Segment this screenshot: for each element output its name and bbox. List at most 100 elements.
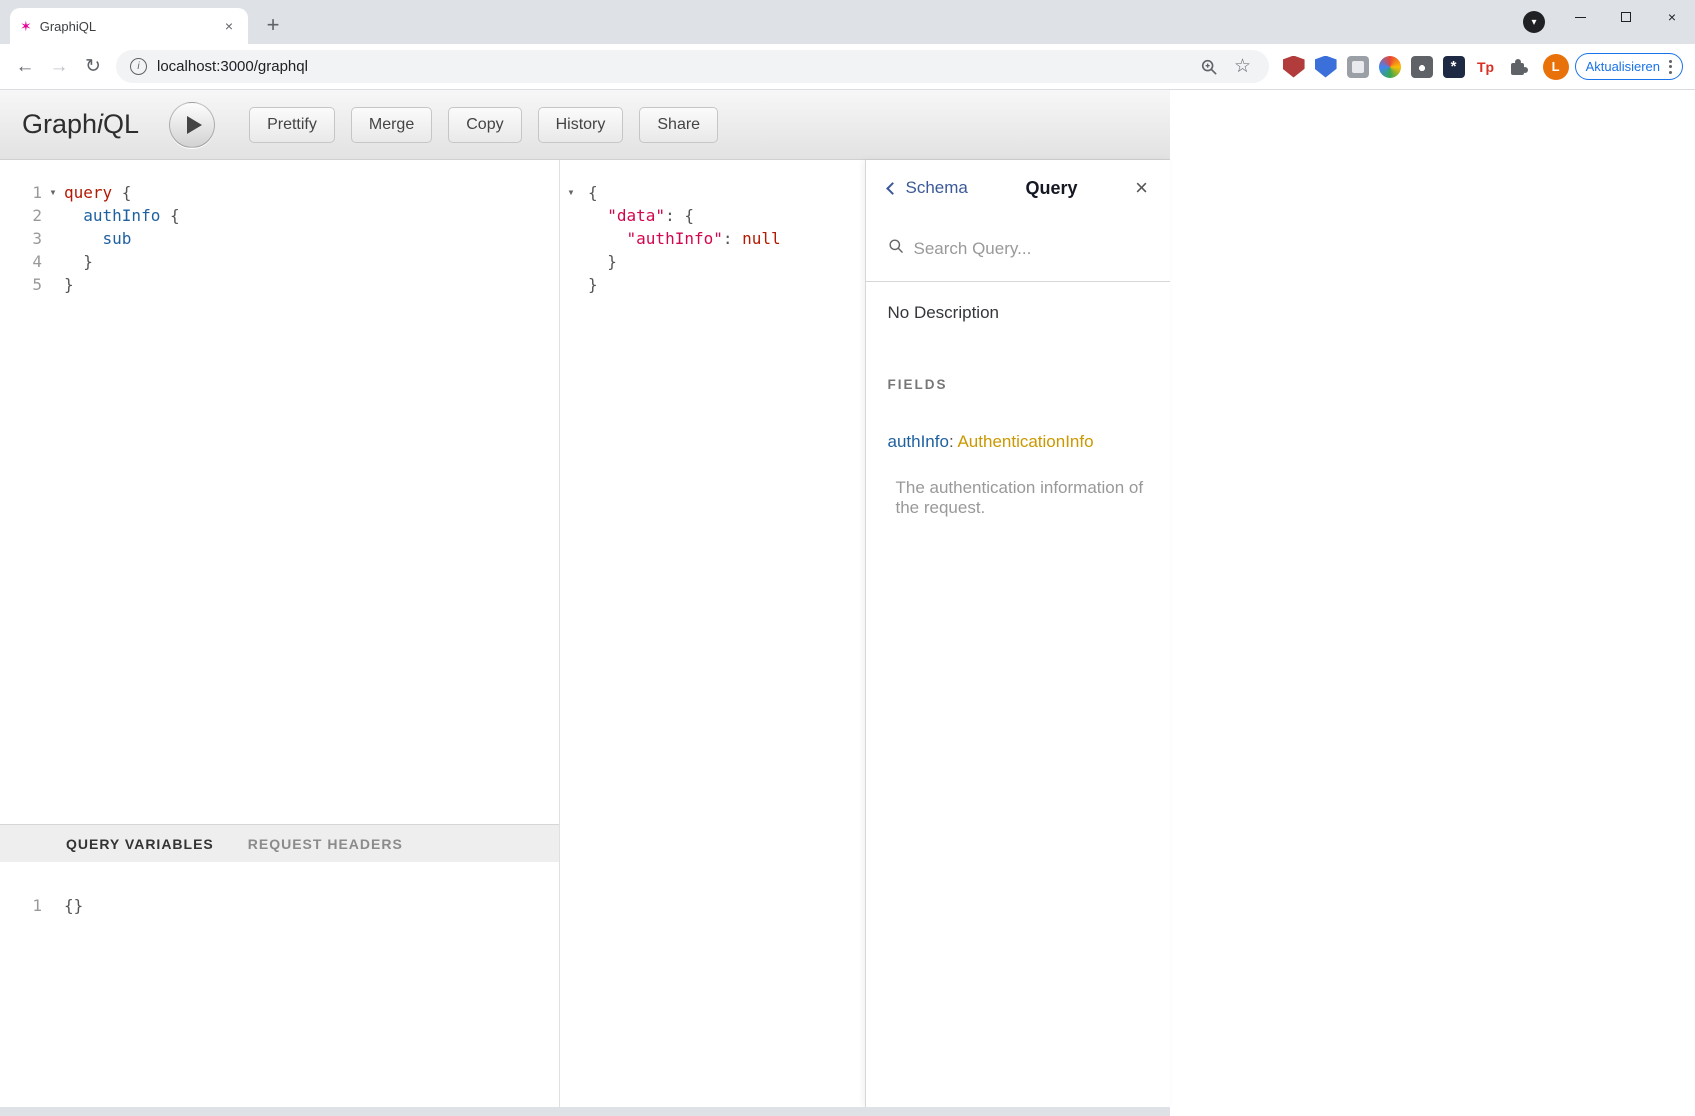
- back-icon[interactable]: ←: [8, 50, 42, 84]
- code-text: "authInfo": null: [588, 227, 781, 250]
- doc-body: No Description FIELDS authInfo: Authenti…: [866, 282, 1171, 539]
- code-line[interactable]: 1 {}: [0, 894, 559, 917]
- grey-box-extension-icon[interactable]: [1347, 56, 1369, 78]
- doc-explorer-panel: Schema Query × No Description: [865, 160, 1171, 1107]
- toolbar-button-history[interactable]: History: [538, 107, 624, 143]
- line-number: 2: [0, 204, 42, 227]
- browser-menu-icon[interactable]: [1669, 60, 1672, 74]
- bookmark-star-icon[interactable]: ☆: [1231, 55, 1255, 79]
- graphiql-logo: GraphiQL: [22, 109, 139, 140]
- address-bar[interactable]: i localhost:3000/graphql ☆: [116, 50, 1269, 83]
- doc-explorer-title: Query: [968, 178, 1135, 199]
- code-line[interactable]: }: [560, 273, 865, 296]
- field-type-link[interactable]: AuthenticationInfo: [957, 432, 1093, 451]
- field-description: The authentication information of the re…: [888, 478, 1149, 518]
- zoom-icon[interactable]: [1197, 55, 1221, 79]
- color-wheel-extension-icon[interactable]: [1379, 56, 1401, 78]
- execute-button[interactable]: [169, 102, 215, 148]
- variables-editor[interactable]: 1 {}: [0, 862, 559, 1107]
- logo-graph: Graph: [22, 109, 97, 139]
- code-text: }: [64, 250, 93, 273]
- code-line[interactable]: ▾{: [560, 181, 865, 204]
- field-name-link[interactable]: authInfo: [888, 432, 949, 451]
- update-chrome-button[interactable]: Aktualisieren: [1575, 53, 1683, 80]
- toolbar-button-merge[interactable]: Merge: [351, 107, 432, 143]
- fold-gutter: [560, 204, 582, 227]
- extension-icons: * Tp: [1283, 56, 1529, 78]
- fold-gutter: [560, 273, 582, 296]
- browser-toolbar: ← → ↻ i localhost:3000/graphql ☆ * Tp L A…: [0, 44, 1695, 90]
- code-text: "data": {: [588, 204, 694, 227]
- red-shield-extension-icon[interactable]: [1283, 56, 1305, 78]
- fold-gutter: [42, 250, 64, 273]
- browser-tab-strip: ✶ GraphiQL × + ▾ ×: [0, 0, 1695, 44]
- camera-extension-icon[interactable]: [1411, 56, 1433, 78]
- code-text: authInfo {: [64, 204, 180, 227]
- query-pane: 1▾query {2 authInfo {3 sub4 }5} QUERY VA…: [0, 160, 560, 1107]
- doc-back-label: Schema: [906, 178, 968, 198]
- maximize-icon: [1621, 12, 1631, 22]
- doc-search-input[interactable]: [914, 239, 1149, 259]
- reload-icon[interactable]: ↻: [76, 50, 110, 84]
- editor-footer-tabs: QUERY VARIABLES REQUEST HEADERS: [0, 824, 559, 862]
- code-text: {}: [64, 894, 83, 917]
- toolbar-button-copy[interactable]: Copy: [448, 107, 521, 143]
- code-line[interactable]: 4 }: [0, 250, 559, 273]
- code-line[interactable]: 5}: [0, 273, 559, 296]
- fold-arrow-icon[interactable]: ▾: [560, 181, 582, 204]
- logo-ql: QL: [103, 109, 139, 139]
- new-tab-button[interactable]: +: [258, 10, 288, 40]
- profile-avatar[interactable]: L: [1543, 54, 1569, 80]
- doc-search-row: [866, 216, 1171, 282]
- fold-gutter: [42, 227, 64, 250]
- forward-icon[interactable]: →: [42, 50, 76, 84]
- search-icon: [888, 238, 904, 259]
- site-info-icon[interactable]: i: [130, 58, 147, 75]
- code-text: }: [588, 273, 598, 296]
- code-text: query {: [64, 181, 131, 204]
- dark-square-extension-icon[interactable]: *: [1443, 56, 1465, 78]
- chevron-left-icon: [886, 182, 899, 195]
- blue-shield-extension-icon[interactable]: [1315, 56, 1337, 78]
- code-text: {: [588, 181, 598, 204]
- footer-tab-request-headers[interactable]: REQUEST HEADERS: [248, 836, 403, 852]
- result-pane: ▾{ "data": { "authInfo": null }}: [560, 160, 865, 1107]
- graphiql-app: GraphiQL Prettify Merge Copy History Share 1…: [0, 90, 1695, 1116]
- code-line[interactable]: 2 authInfo {: [0, 204, 559, 227]
- toolbar-button-share[interactable]: Share: [639, 107, 718, 143]
- fold-gutter: [42, 204, 64, 227]
- doc-explorer-header: Schema Query ×: [866, 160, 1171, 216]
- url-text[interactable]: localhost:3000/graphql: [157, 58, 1187, 75]
- footer-tab-query-variables[interactable]: QUERY VARIABLES: [66, 836, 214, 852]
- fold-gutter: [560, 227, 582, 250]
- minimize-icon: [1575, 17, 1586, 18]
- toolbar-button-prettify[interactable]: Prettify: [249, 107, 335, 143]
- horizontal-scrollbar[interactable]: [0, 1107, 1170, 1116]
- result-lines: ▾{ "data": { "authInfo": null }}: [560, 181, 865, 296]
- browser-tab-graphiql[interactable]: ✶ GraphiQL ×: [10, 8, 248, 44]
- maximize-button[interactable]: [1603, 0, 1649, 34]
- code-line[interactable]: 1▾query {: [0, 181, 559, 204]
- tab-close-icon[interactable]: ×: [220, 17, 238, 35]
- window-close-button[interactable]: ×: [1649, 0, 1695, 34]
- code-text: sub: [64, 227, 131, 250]
- puzzle-extension-icon[interactable]: [1507, 56, 1529, 78]
- graphiql-topbar: GraphiQL Prettify Merge Copy History Share: [0, 90, 1170, 160]
- code-line[interactable]: "authInfo": null: [560, 227, 865, 250]
- code-line[interactable]: "data": {: [560, 204, 865, 227]
- fold-gutter: [42, 273, 64, 296]
- doc-close-icon[interactable]: ×: [1135, 177, 1148, 199]
- fold-arrow-icon[interactable]: ▾: [42, 181, 64, 204]
- tp-extension-icon[interactable]: Tp: [1475, 56, 1497, 78]
- line-number: 3: [0, 227, 42, 250]
- tab-search-icon[interactable]: ▾: [1523, 11, 1545, 33]
- minimize-button[interactable]: [1557, 0, 1603, 34]
- type-description: No Description: [888, 303, 1149, 323]
- editor-side: GraphiQL Prettify Merge Copy History Share 1…: [0, 90, 1170, 1116]
- code-line[interactable]: 3 sub: [0, 227, 559, 250]
- line-number: 1: [0, 894, 42, 917]
- play-icon: [187, 116, 202, 134]
- query-editor[interactable]: 1▾query {2 authInfo {3 sub4 }5}: [0, 160, 559, 824]
- doc-back-button[interactable]: Schema: [888, 178, 968, 198]
- code-line[interactable]: }: [560, 250, 865, 273]
